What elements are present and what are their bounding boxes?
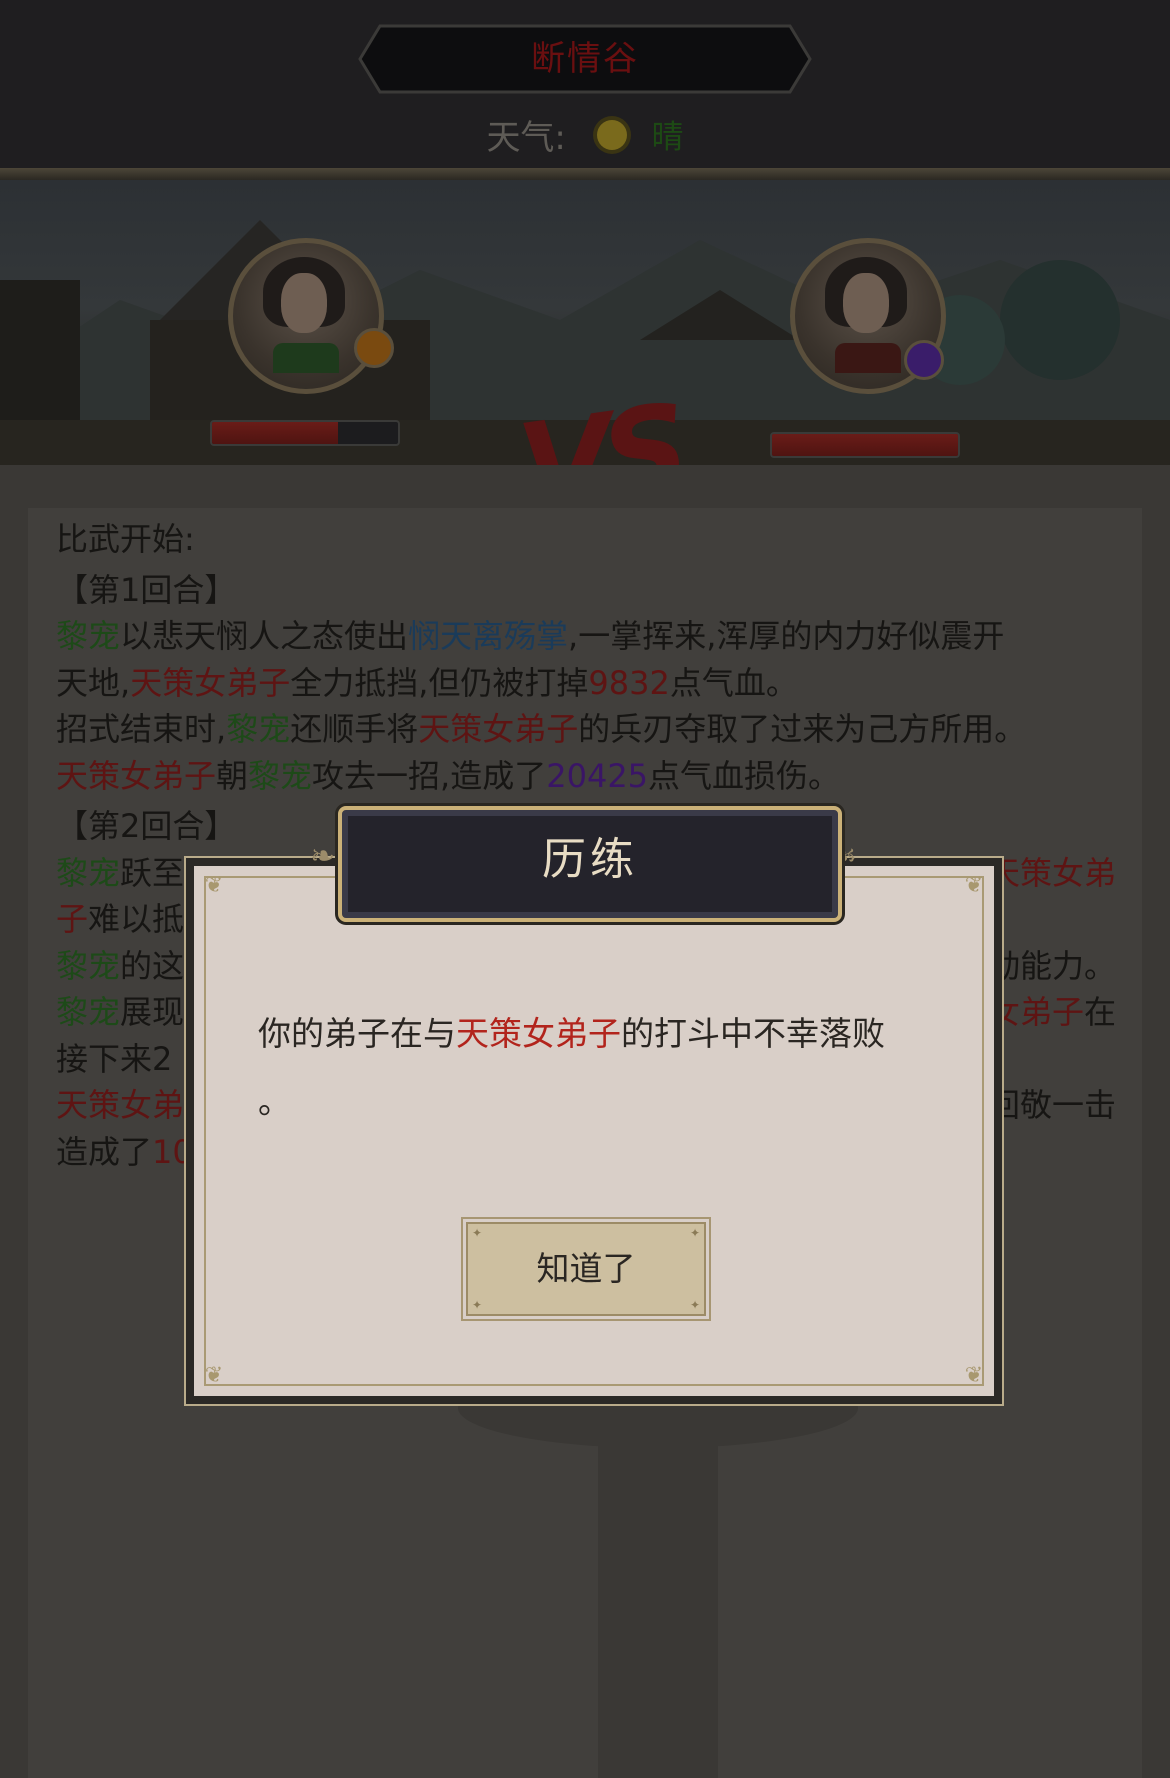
- acknowledge-button[interactable]: ✦ ✦ ✦ ✦ 知道了: [463, 1219, 709, 1319]
- swordsman-silhouette: [458, 1368, 858, 1778]
- weather-row: 天气: 晴: [0, 110, 1170, 160]
- player-avatar[interactable]: [228, 238, 384, 394]
- dialog-message: 你的弟子在与天策女弟子的打斗中不幸落败 。: [258, 1014, 885, 1121]
- location-title: 断情谷: [531, 39, 639, 79]
- weather-value: 晴: [651, 117, 684, 156]
- header-divider: [0, 168, 1170, 180]
- acknowledge-button-label: 知道了: [536, 1249, 636, 1288]
- ornament-icon: ❦: [204, 1363, 224, 1388]
- top-header: 断情谷 天气: 晴: [0, 0, 1170, 174]
- sun-icon: [596, 119, 627, 150]
- ornament-icon: ❦: [964, 873, 984, 898]
- ornament-icon: ❦: [204, 873, 224, 898]
- player-hp-bar: [210, 420, 400, 446]
- enemy-hp-bar: [770, 432, 960, 458]
- location-title-plate: 断情谷: [356, 22, 814, 96]
- dialog-title-plate: 历练: [338, 806, 842, 922]
- log-round-1: 【第1回合】: [56, 570, 237, 609]
- player-class-badge-icon: [354, 328, 394, 368]
- dialog-title: 历练: [542, 834, 638, 885]
- weather-label: 天气:: [486, 118, 566, 158]
- log-start: 比武开始:: [56, 520, 195, 558]
- log-line: 黎宠以悲天悯人之态使出悯天离殇掌,一掌挥来,浑厚的内力好似震开: [56, 617, 1005, 655]
- log-line: 招式结束时,黎宠还顺手将天策女弟子的兵刃夺取了过来为己方所用。: [56, 710, 1027, 748]
- battle-banner: VS: [0, 180, 1170, 465]
- log-line: 天策女弟子朝黎宠攻去一招,造成了20425点气血损伤。: [56, 756, 841, 795]
- enemy-class-badge-icon: [904, 340, 944, 380]
- log-line: 天地,天策女弟子全力抵挡,但仍被打掉9832点气血。: [56, 663, 798, 702]
- ornament-icon: ❦: [964, 1363, 984, 1388]
